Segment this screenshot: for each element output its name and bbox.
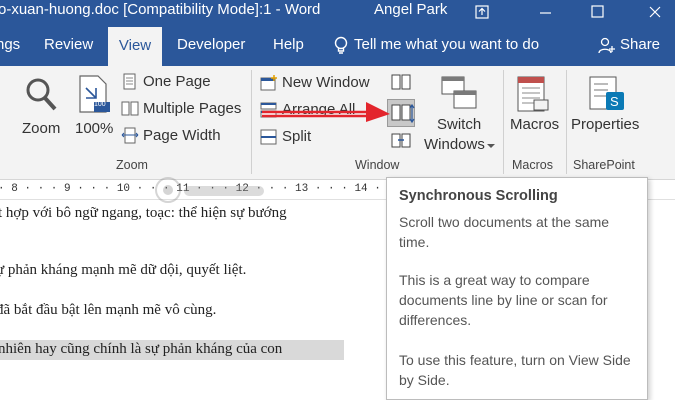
properties-icon: S [589,76,624,110]
switch-label-line2: Windows [424,136,485,153]
title-bar: o-xuan-huong.doc [Compatibility Mode]:1 … [0,0,675,26]
magnifier-icon [26,78,57,111]
view-side-by-side-button[interactable] [389,72,413,94]
zoom-100-badge: 100 [94,101,106,108]
split-label: Split [282,128,312,145]
ribbon-view: Zoom 100 100% One Page Multiple Pages Pa… [0,66,675,180]
macros-icon [517,76,549,112]
zoom-100-page-icon [79,75,110,113]
maximize-icon[interactable] [578,0,618,26]
zoom-100-button[interactable]: 100 100% [72,72,116,148]
svg-text:S: S [610,94,619,109]
synchronous-scrolling-tooltip: Synchronous Scrolling Scroll two documen… [386,177,648,400]
group-separator [251,70,252,174]
ribbon-display-options-icon[interactable] [462,0,502,26]
multiple-pages-label: Multiple Pages [143,100,242,117]
new-window-icon [260,75,277,91]
tooltip-paragraph: This is a great way to compare documents… [399,272,608,328]
document-line: đã bắt đầu bật lên mạnh mẽ vô cùng. [0,302,217,318]
reset-window-position-icon [391,133,411,148]
split-icon [260,129,277,145]
page-width-icon [121,127,139,144]
switch-windows-icon [441,76,477,109]
new-window-label: New Window [282,74,370,91]
tooltip-paragraph: To use this feature, turn on View Side b… [399,352,631,388]
properties-label: Properties [571,116,640,133]
tab-mailings[interactable]: ngs [0,26,20,66]
zoom-label: Zoom [22,120,61,137]
page-width-label: Page Width [143,127,221,144]
multiple-pages-button[interactable]: Multiple Pages [121,98,246,120]
tab-view[interactable]: View [108,26,162,66]
tooltip-title: Synchronous Scrolling [399,188,558,204]
window-title: o-xuan-huong.doc [Compatibility Mode]:1 … [0,1,321,18]
lightbulb-icon [334,36,348,54]
ribbon-tab-bar: ngs Review View Developer Help Tell me w… [0,26,675,66]
window-group-label: Window [355,158,400,172]
properties-button[interactable]: S Properties [570,70,642,146]
minimize-icon[interactable] [525,0,565,26]
zoom-button[interactable]: Zoom [16,72,68,148]
multiple-pages-icon [121,101,139,116]
sharepoint-group-label: SharePoint [573,158,635,172]
user-name[interactable]: Angel Park [374,1,447,18]
reset-window-position-button[interactable] [389,130,413,152]
tell-me-label: Tell me what you want to do [354,36,540,53]
one-page-button[interactable]: One Page [121,71,246,93]
macros-button[interactable]: Macros [508,70,562,146]
tooltip-paragraph: Scroll two documents at the same time. [399,214,610,250]
synchronous-scrolling-icon [391,103,415,124]
one-page-label: One Page [143,73,211,90]
macros-group-label: Macros [512,158,553,172]
switch-windows-button[interactable]: Switch Windows [423,70,497,154]
group-separator [503,70,504,174]
zoom-group-label: Zoom [116,158,148,172]
switch-label-line1: Switch [437,116,482,133]
watermark-logo-icon [155,177,264,203]
group-separator [566,70,567,174]
split-button[interactable]: Split [260,126,380,148]
dropdown-arrow-icon [487,144,495,148]
one-page-icon [123,73,136,90]
annotation-arrow-icon [262,102,390,122]
view-side-by-side-icon [391,74,411,90]
tab-developer[interactable]: Developer [177,26,245,66]
document-line-highlighted: nhiên hay cũng chính là sự phản kháng củ… [0,340,344,360]
zoom-100-label: 100% [75,120,114,137]
macros-label: Macros [510,116,560,133]
share-label: Share [620,36,661,53]
person-add-icon [598,37,615,54]
new-window-button[interactable]: New Window [260,72,380,94]
close-icon[interactable] [636,0,675,26]
tab-review[interactable]: Review [44,26,93,66]
page-width-button[interactable]: Page Width [121,125,246,147]
tab-help[interactable]: Help [273,26,304,66]
document-line: ự phản kháng mạnh mẽ dữ dội, quyết liệt. [0,262,247,278]
